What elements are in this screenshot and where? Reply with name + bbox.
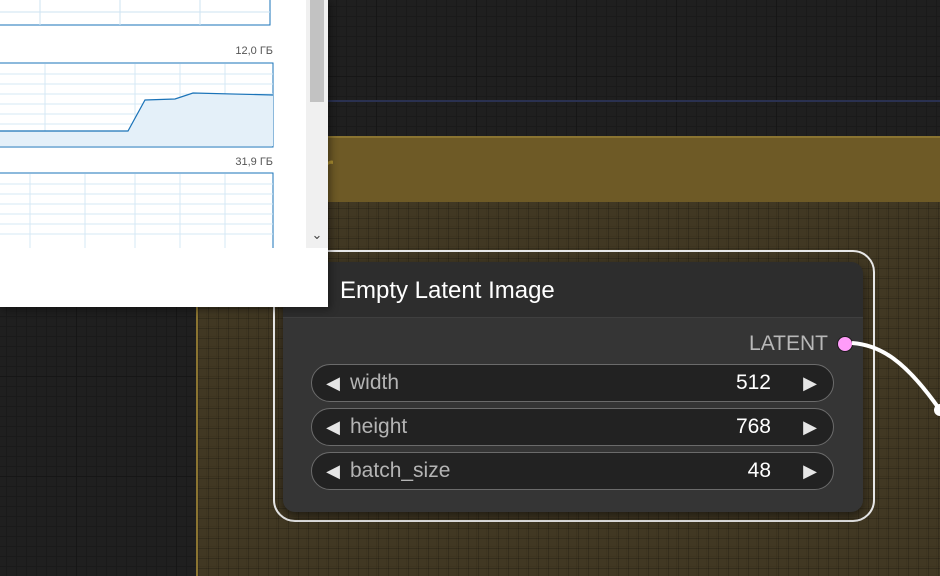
disk-graph-max-label: 31,9 ГБ [235, 156, 273, 168]
disk-graph [0, 172, 274, 248]
chevron-down-icon[interactable]: ⌄ [306, 224, 328, 246]
widget-value[interactable]: 768 [736, 415, 771, 439]
cpu-graph [0, 0, 271, 26]
memory-graph [0, 62, 274, 148]
widget-label: width [350, 371, 400, 394]
decrement-arrow-icon[interactable]: ◀ [318, 417, 348, 438]
widget-label: batch_size [350, 459, 451, 482]
decrement-arrow-icon[interactable]: ◀ [318, 373, 348, 394]
width-widget[interactable]: ◀ width 512 ▶ [311, 364, 834, 402]
batch-size-widget[interactable]: ◀ batch_size 48 ▶ [311, 452, 834, 490]
monitor-scrollbar[interactable]: ⌄ [306, 0, 328, 248]
increment-arrow-icon[interactable]: ▶ [795, 461, 825, 482]
link-line [300, 100, 940, 102]
node-title: Empty Latent Image [340, 277, 555, 304]
system-monitor-window[interactable]: 12,0 ГБ 31,9 ГБ ⌄ [0, 0, 328, 307]
decrement-arrow-icon[interactable]: ◀ [318, 461, 348, 482]
widget-value[interactable]: 48 [748, 459, 771, 483]
widget-label: height [350, 415, 408, 438]
output-label: LATENT [749, 332, 828, 355]
empty-latent-image-node[interactable]: Empty Latent Image LATENT ◀ width 512 ▶ … [283, 262, 863, 512]
increment-arrow-icon[interactable]: ▶ [795, 373, 825, 394]
widget-value[interactable]: 512 [736, 371, 771, 395]
output-connector-dot[interactable] [837, 336, 853, 352]
height-widget[interactable]: ◀ height 768 ▶ [311, 408, 834, 446]
scrollbar-thumb[interactable] [310, 0, 324, 102]
node-header[interactable]: Empty Latent Image [283, 262, 863, 318]
increment-arrow-icon[interactable]: ▶ [795, 417, 825, 438]
memory-graph-max-label: 12,0 ГБ [235, 45, 273, 57]
output-slot-latent[interactable]: LATENT [749, 332, 853, 356]
